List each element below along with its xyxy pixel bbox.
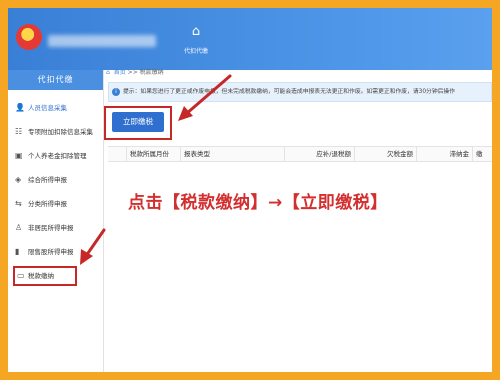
info-icon: i [112,88,120,96]
home-icon: ⌂ [191,24,201,39]
sidebar-item-label: 税款缴纳 [28,272,54,280]
list-icon: ☷ [15,127,23,136]
sidebar-item-tax-payment[interactable]: ▭ 税款缴纳 [13,266,77,286]
home-icon: ⌂ [106,69,110,76]
top-header: ⌂ 代扣代缴 [8,8,492,70]
column-report-type: 报表类型 [180,147,284,161]
layers-icon: ◈ [15,175,22,184]
sidebar-title: 代扣代缴 [8,70,103,90]
breadcrumb-current: 税款缴纳 [139,69,164,76]
instruction-overlay: 点击【税款缴纳】→【立即缴税】 [128,193,388,213]
withholding-header-button[interactable]: ⌂ 代扣代缴 [176,24,216,55]
sidebar-item-comprehensive-income[interactable]: ◈ 综合所得申报 [8,172,104,188]
sidebar-item-nonresident-income[interactable]: ♙ 非居民所得申报 [8,220,104,236]
sidebar-item-label: 分类所得申报 [28,200,67,208]
shuffle-icon: ⇆ [15,199,22,208]
sidebar-item-label: 专项附加扣除信息采集 [28,128,93,136]
column-pay: 缴 [472,147,492,161]
sidebar-item-label: 限售股所得申报 [28,248,74,256]
tax-emblem-logo [16,24,42,50]
sidebar-item-classified-income[interactable]: ⇆ 分类所得申报 [8,196,104,212]
organization-name-blurred [48,35,156,47]
bar-chart-icon: ▮ [15,247,20,256]
sidebar-item-personnel-info[interactable]: 👤 人员信息采集 [8,100,104,116]
sidebar-item-label: 个人养老金扣除管理 [28,152,87,160]
sidebar: 代扣代缴 👤 人员信息采集 ☷ 专项附加扣除信息采集 ▣ 个人养老金扣除管理 ◈… [8,70,104,372]
sidebar-item-label: 非居民所得申报 [28,224,74,232]
withholding-header-label: 代扣代缴 [183,48,208,55]
notice-text: 提示：如果您进行了更正或作废申报，但未完成税款缴纳，可能会造成申报表无法更正和作… [123,89,456,95]
sidebar-item-restricted-stock[interactable]: ▮ 限售股所得申报 [8,244,104,260]
column-tax-period: 税款所属月份 [126,147,182,161]
sidebar-item-label: 综合所得申报 [28,176,67,184]
card-icon: ▣ [15,151,23,160]
column-tax-arrears: 欠税金额 [354,147,416,161]
column-late-fee: 滞纳金 [416,147,472,161]
sidebar-item-special-deduction[interactable]: ☷ 专项附加扣除信息采集 [8,124,104,140]
user-outline-icon: ♙ [15,223,23,232]
column-tax-payable: 应补/退税额 [284,147,354,161]
person-icon: 👤 [15,103,25,112]
breadcrumb: ⌂ 首页 >> 税款缴纳 [102,66,484,80]
breadcrumb-home-link[interactable]: 首页 [114,69,126,76]
folder-icon: ▭ [17,271,25,280]
table-header: 税款所属月份 报表类型 应补/退税额 欠税金额 滞纳金 缴 [108,146,492,162]
sidebar-item-label: 人员信息采集 [28,104,67,112]
notice-banner: i 提示：如果您进行了更正或作废申报，但未完成税款缴纳，可能会造成申报表无法更正… [108,82,492,102]
pay-now-button[interactable]: 立即缴税 [112,112,164,132]
app-window: ⌂ 代扣代缴 代扣代缴 👤 人员信息采集 ☷ 专项附加扣除信息采集 ▣ 个人养老… [8,8,492,372]
breadcrumb-separator: >> [127,69,138,76]
sidebar-item-pension-deduction[interactable]: ▣ 个人养老金扣除管理 [8,148,104,164]
